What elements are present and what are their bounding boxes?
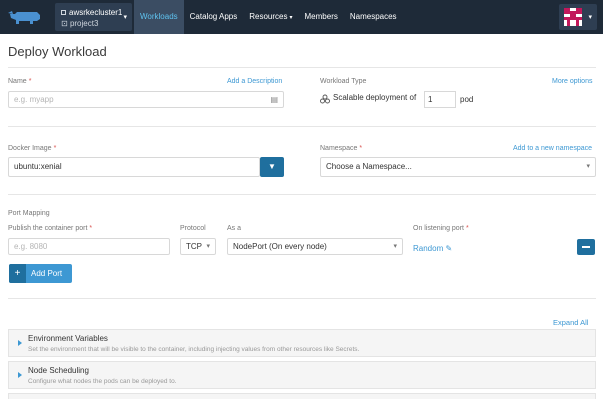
chevron-down-icon: ▾ — [289, 15, 293, 21]
next-section[interactable] — [8, 393, 596, 399]
protocol-select[interactable]: TCP ▾ — [180, 238, 216, 255]
nav-resources[interactable]: Resources ▾ — [243, 0, 298, 34]
caret-right-icon — [18, 340, 22, 346]
remove-port-button[interactable] — [577, 239, 595, 255]
name-label: Name * — [8, 78, 32, 85]
chevron-down-icon: ▾ — [393, 243, 397, 250]
chevron-down-icon: ▾ — [123, 14, 127, 21]
name-input[interactable]: e.g. myapp ▤ — [8, 91, 284, 108]
add-namespace-link[interactable]: Add to a new namespace — [513, 145, 592, 152]
nav-members[interactable]: Members — [299, 0, 344, 34]
scale-icon — [320, 94, 330, 104]
add-description-link[interactable]: Add a Description — [227, 78, 282, 85]
cluster-project-switcher[interactable]: awsrkecluster1 ⊡ project3 ▾ — [55, 3, 132, 31]
add-port-button[interactable]: + Add Port — [9, 264, 72, 283]
page-title: Deploy Workload — [8, 44, 107, 59]
nav-catalog-apps[interactable]: Catalog Apps — [184, 0, 244, 34]
main-nav: Workloads Catalog Apps Resources ▾ Member… — [134, 0, 403, 34]
notes-icon[interactable]: ▤ — [270, 92, 278, 107]
node-scheduling-section[interactable]: Node Scheduling Configure what nodes the… — [8, 361, 596, 389]
section-description: Configure what nodes the pods can be dep… — [28, 378, 177, 385]
chevron-down-icon: ▾ — [588, 14, 592, 21]
cluster-name: awsrkecluster1 — [69, 8, 123, 17]
chevron-down-icon: ▼ — [268, 162, 276, 171]
expand-all-link[interactable]: Expand All — [553, 318, 588, 327]
container-port-input[interactable]: e.g. 8080 — [8, 238, 170, 255]
namespace-label: Namespace * — [320, 145, 363, 152]
as-a-label: As a — [227, 225, 242, 232]
plus-icon: + — [9, 264, 26, 283]
docker-image-label: Docker Image * — [8, 145, 57, 152]
pod-count-input[interactable]: 1 — [424, 91, 456, 108]
divider — [8, 126, 596, 127]
more-options-link[interactable]: More options — [552, 78, 592, 85]
nav-workloads[interactable]: Workloads — [134, 0, 184, 34]
namespace-select[interactable]: Choose a Namespace... ▾ — [320, 157, 596, 177]
cluster-icon — [61, 10, 66, 16]
docker-image-input[interactable]: ubuntu:xenial — [8, 157, 260, 177]
chevron-down-icon: ▾ — [586, 163, 590, 170]
minus-icon — [582, 246, 590, 248]
project-name: project3 — [69, 19, 99, 28]
rancher-logo-icon[interactable] — [7, 9, 43, 25]
chevron-down-icon: ▾ — [206, 243, 210, 250]
workload-type-label: Workload Type — [320, 78, 367, 85]
divider — [8, 67, 596, 68]
project-icon: ⊡ — [61, 19, 70, 28]
divider — [8, 194, 596, 195]
listening-port-label: On listening port * — [413, 225, 469, 232]
section-title: Node Scheduling — [28, 366, 89, 375]
scalable-deployment-text: Scalable deployment of — [333, 93, 417, 102]
pencil-icon[interactable]: ✎ — [445, 244, 452, 253]
caret-right-icon — [18, 372, 22, 378]
publish-port-label: Publish the container port * — [8, 225, 93, 232]
avatar — [564, 8, 582, 26]
top-nav-bar: awsrkecluster1 ⊡ project3 ▾ Workloads Ca… — [0, 0, 603, 34]
service-type-select[interactable]: NodePort (On every node) ▾ — [227, 238, 403, 255]
protocol-label: Protocol — [180, 225, 206, 232]
nav-namespaces[interactable]: Namespaces — [344, 0, 403, 34]
env-variables-section[interactable]: Environment Variables Set the environmen… — [8, 329, 596, 357]
port-mapping-label: Port Mapping — [8, 210, 50, 217]
user-menu[interactable]: ▾ — [559, 4, 597, 30]
pod-unit-label: pod — [460, 95, 474, 104]
divider — [8, 298, 596, 299]
random-port-link[interactable]: Random ✎ — [413, 244, 452, 253]
section-description: Set the environment that will be visible… — [28, 346, 360, 353]
docker-image-dropdown-button[interactable]: ▼ — [260, 157, 284, 177]
section-title: Environment Variables — [28, 334, 108, 343]
